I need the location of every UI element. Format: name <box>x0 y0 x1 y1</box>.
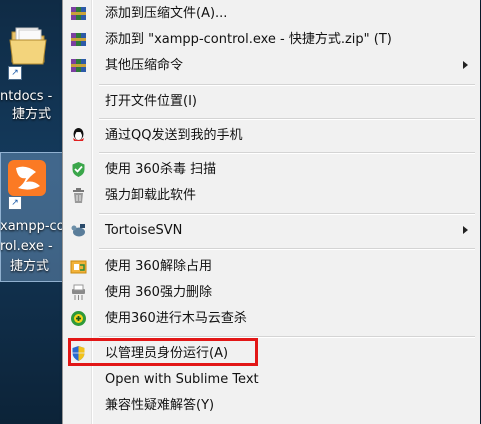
menu-item-open-file-location[interactable]: 打开文件位置(I) <box>65 89 478 114</box>
menu-item-label: 使用 360强力删除 <box>105 285 212 300</box>
menu-item-360-scan[interactable]: 使用 360杀毒 扫描 <box>65 157 478 182</box>
menu-separator <box>99 248 475 250</box>
menu-item-add-to-archive[interactable]: 添加到压缩文件(A)... <box>65 1 478 26</box>
desktop-area: ↗ ntdocs - 捷方式 ↗ xampp-co rol.exe - 捷方式 <box>0 0 62 424</box>
menu-item-open-with-sublime[interactable]: Open with Sublime Text <box>65 367 478 392</box>
desktop-icon-label[interactable]: rol.exe - <box>0 238 62 256</box>
menu-item-label: Open with Sublime Text <box>105 372 259 387</box>
tortoisesvn-icon <box>70 222 87 239</box>
winrar-icon <box>70 57 87 74</box>
360-unlock-icon <box>70 258 87 275</box>
menu-separator <box>99 118 475 120</box>
menu-separator <box>99 213 475 215</box>
menu-item-label: 通过QQ发送到我的手机 <box>105 128 243 143</box>
qq-icon <box>70 127 87 144</box>
360-shredder-icon <box>70 284 87 301</box>
menu-item-send-via-qq[interactable]: 通过QQ发送到我的手机 <box>65 123 478 148</box>
360-trojan-scan-icon <box>70 310 87 327</box>
menu-item-label: 添加到压缩文件(A)... <box>105 6 228 21</box>
desktop-icon-label[interactable]: 捷方式 <box>10 258 62 276</box>
menu-item-label: 强力卸载此软件 <box>105 188 197 203</box>
annotation-highlight-box <box>68 338 258 366</box>
xampp-icon[interactable] <box>8 160 46 196</box>
submenu-arrow-icon <box>463 61 468 69</box>
desktop-icon-label[interactable]: ntdocs - <box>0 88 62 106</box>
desktop-icon-label[interactable]: xampp-co <box>0 218 62 236</box>
menu-item-360-trojan-scan[interactable]: 使用360进行木马云查杀 <box>65 306 478 331</box>
menu-item-add-to-zip[interactable]: 添加到 "xampp-control.exe - 快捷方式.zip" (T) <box>65 27 478 52</box>
winrar-icon <box>70 5 87 22</box>
menu-item-label: 兼容性疑难解答(Y) <box>105 398 215 413</box>
menu-item-tortoisesvn[interactable]: TortoiseSVN <box>65 218 478 243</box>
menu-separator <box>99 152 475 154</box>
menu-item-label: 使用 360杀毒 扫描 <box>105 162 217 177</box>
menu-item-compatibility-troubleshoot[interactable]: 兼容性疑难解答(Y) <box>65 393 478 418</box>
folder-shortcut-icon[interactable] <box>8 24 48 65</box>
menu-item-label: 其他压缩命令 <box>105 58 184 73</box>
menu-item-label: 使用 360解除占用 <box>105 259 212 274</box>
menu-item-360-force-delete[interactable]: 使用 360强力删除 <box>65 280 478 305</box>
360-antivirus-icon <box>70 161 87 178</box>
winrar-icon <box>70 31 87 48</box>
menu-item-label: 使用360进行木马云查杀 <box>105 311 247 326</box>
desktop-icon-label[interactable]: 捷方式 <box>12 106 62 124</box>
menu-item-label: 添加到 "xampp-control.exe - 快捷方式.zip" (T) <box>105 32 392 47</box>
menu-item-other-compress[interactable]: 其他压缩命令 <box>65 53 478 78</box>
menu-item-force-uninstall[interactable]: 强力卸载此软件 <box>65 183 478 208</box>
submenu-arrow-icon <box>463 226 468 234</box>
trash-icon <box>70 187 87 204</box>
shortcut-arrow-icon: ↗ <box>8 196 22 210</box>
menu-item-label: 打开文件位置(I) <box>105 94 197 109</box>
menu-item-label: TortoiseSVN <box>105 223 183 238</box>
menu-item-360-unlock[interactable]: 使用 360解除占用 <box>65 254 478 279</box>
shortcut-arrow-icon: ↗ <box>8 66 22 80</box>
menu-separator <box>99 84 475 86</box>
